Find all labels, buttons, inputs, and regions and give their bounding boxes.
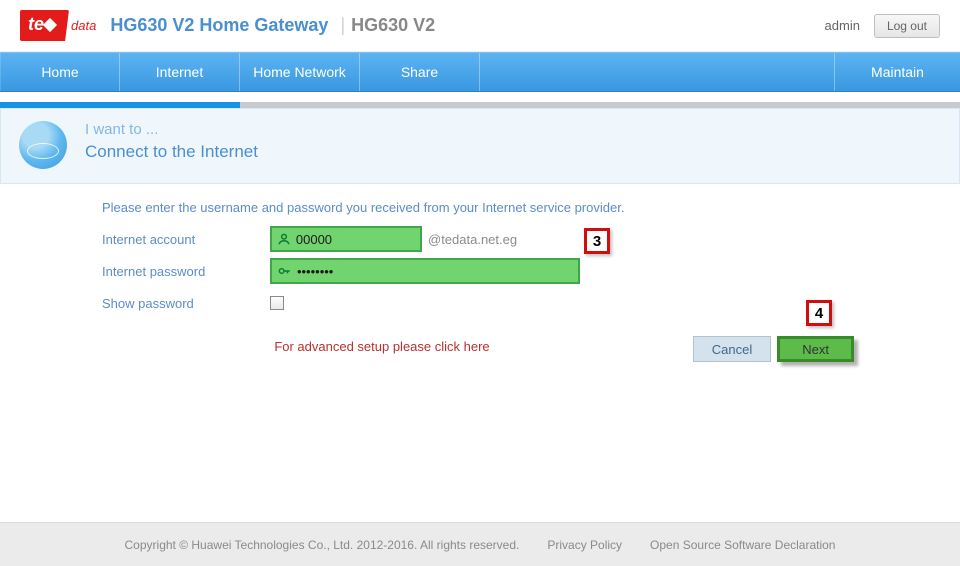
wizard-buttons: Cancel Next	[693, 336, 854, 362]
account-field-wrap: @tedata.net.eg	[270, 226, 517, 252]
header: te data HG630 V2 Home Gateway | HG630 V2…	[0, 0, 960, 52]
nav-spacer	[480, 53, 834, 91]
form-instruction: Please enter the username and password y…	[102, 200, 940, 215]
footer: Copyright © Huawei Technologies Co., Ltd…	[0, 522, 960, 566]
globe-icon	[19, 121, 67, 169]
logo-diamond-icon	[43, 17, 57, 31]
nav-share[interactable]: Share	[360, 53, 480, 91]
show-password-checkbox[interactable]	[270, 296, 284, 310]
footer-privacy-link[interactable]: Privacy Policy	[547, 538, 622, 552]
cancel-button[interactable]: Cancel	[693, 336, 771, 362]
label-password: Internet password	[102, 264, 270, 279]
password-field[interactable]	[270, 258, 580, 284]
logo-text-2: data	[71, 18, 96, 33]
footer-copyright: Copyright © Huawei Technologies Co., Ltd…	[125, 538, 520, 552]
row-account: Internet account @tedata.net.eg	[102, 225, 940, 253]
nav-internet[interactable]: Internet	[120, 53, 240, 91]
key-icon	[276, 264, 293, 278]
wizard-titles: I want to ... Connect to the Internet	[85, 121, 258, 162]
nav-home-network[interactable]: Home Network	[240, 53, 360, 91]
label-account: Internet account	[102, 232, 270, 247]
footer-oss-link[interactable]: Open Source Software Declaration	[650, 538, 835, 552]
product-model: HG630 V2	[351, 15, 435, 36]
brand-logo: te data	[20, 10, 96, 41]
account-input[interactable]	[292, 232, 414, 247]
advanced-setup-link[interactable]: For advanced setup please click here	[102, 339, 662, 354]
product-title: HG630 V2 Home Gateway	[110, 15, 328, 36]
account-suffix: @tedata.net.eg	[428, 232, 517, 247]
label-show-password: Show password	[102, 296, 270, 311]
user-icon	[276, 232, 292, 246]
header-right: admin Log out	[825, 14, 940, 38]
logout-button[interactable]: Log out	[874, 14, 940, 38]
main-nav: Home Internet Home Network Share Maintai…	[0, 52, 960, 92]
wizard-progress	[0, 102, 960, 108]
annotation-3: 3	[584, 228, 610, 254]
wizard-title: Connect to the Internet	[85, 142, 258, 162]
annotation-4: 4	[806, 300, 832, 326]
nav-maintain[interactable]: Maintain	[834, 53, 960, 91]
account-field[interactable]	[270, 226, 422, 252]
row-password: Internet password	[102, 257, 940, 285]
next-button[interactable]: Next	[777, 336, 854, 362]
nav-home[interactable]: Home	[0, 53, 120, 91]
wizard-progress-fill	[0, 102, 240, 108]
wizard-lead: I want to ...	[85, 121, 258, 138]
title-separator: |	[340, 15, 345, 36]
current-user: admin	[825, 18, 860, 33]
wizard-form: Please enter the username and password y…	[0, 184, 960, 424]
password-input[interactable]	[293, 264, 572, 279]
password-field-wrap	[270, 258, 580, 284]
logo-mark: te	[20, 10, 69, 41]
wizard-header: I want to ... Connect to the Internet	[0, 108, 960, 184]
